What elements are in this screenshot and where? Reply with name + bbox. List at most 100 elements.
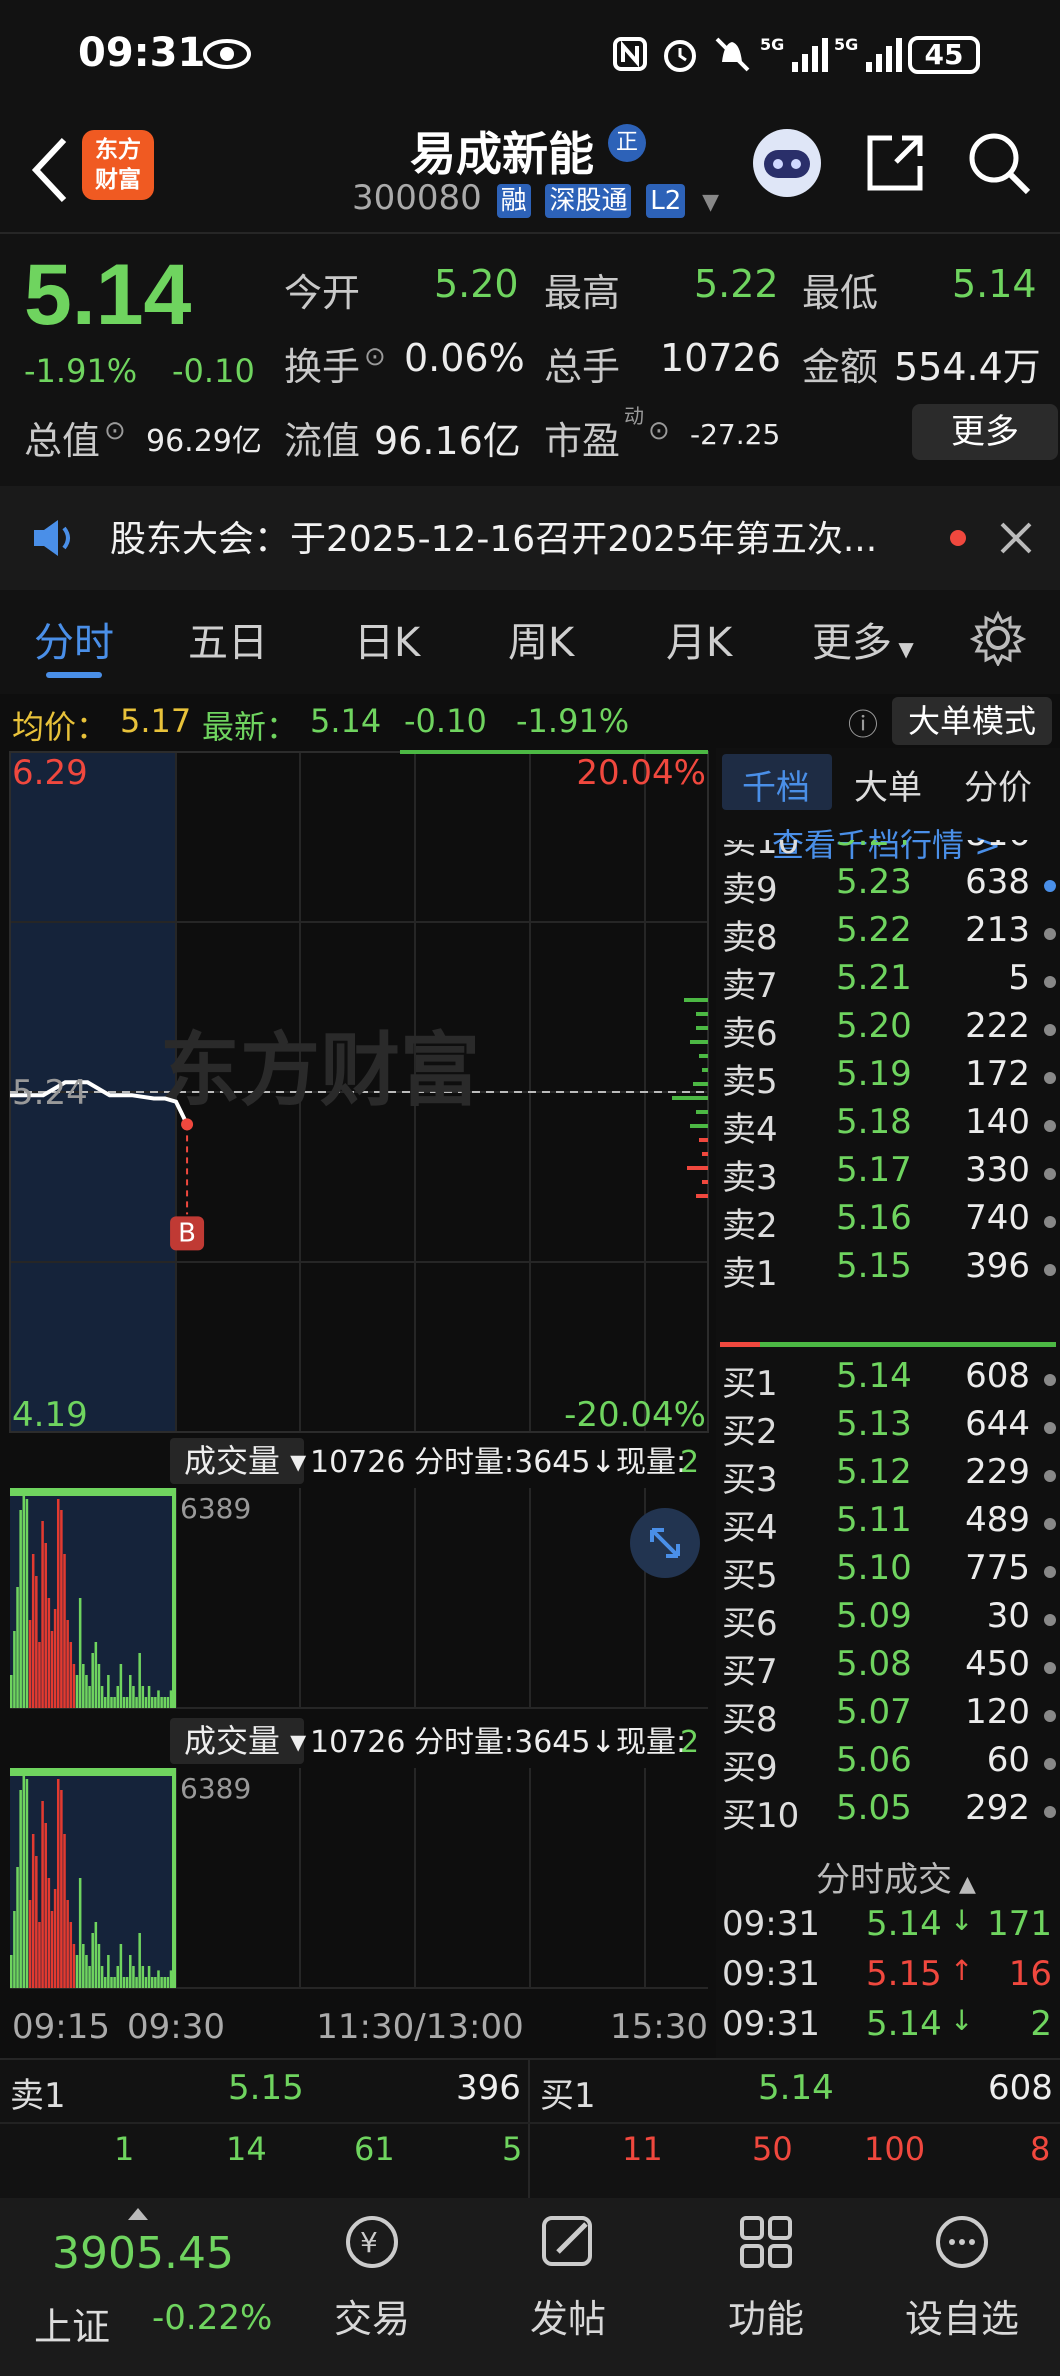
- book-row-buy[interactable]: 买10 5.05 292: [716, 1788, 1060, 1836]
- book-dot: [1044, 1758, 1056, 1770]
- dropdown-caret-icon[interactable]: ▼: [702, 190, 719, 215]
- book-row-buy[interactable]: 买5 5.10 775: [716, 1548, 1060, 1596]
- volume-bar: [119, 1944, 123, 1988]
- book-row-buy[interactable]: 买1 5.14 608: [716, 1356, 1060, 1404]
- tab-more[interactable]: 更多 ▼: [812, 610, 914, 668]
- tab-five-day[interactable]: 五日: [188, 610, 268, 668]
- book-row-sell[interactable]: 卖8 5.22 213: [716, 910, 1060, 958]
- nav-post[interactable]: 发帖: [498, 2210, 638, 2343]
- volume-bar: [119, 1664, 123, 1708]
- vol-max-label: 6389: [180, 1492, 251, 1525]
- gear-icon[interactable]: [970, 610, 1026, 666]
- search-icon[interactable]: [964, 128, 1034, 198]
- expand-button[interactable]: [630, 1508, 700, 1578]
- volume-bar: [125, 1697, 129, 1708]
- book-price: 5.24: [836, 840, 912, 854]
- book-level-label: 买7: [722, 1652, 778, 1692]
- book-row-sell[interactable]: 卖6 5.20 222: [716, 1006, 1060, 1054]
- book-price: 5.05: [836, 1788, 912, 1828]
- book-row-sell[interactable]: 卖9 5.23 638: [716, 862, 1060, 910]
- depth-bar: [693, 1082, 708, 1086]
- info-icon[interactable]: ⊙: [364, 342, 386, 372]
- logo-line2: 财富: [95, 167, 141, 193]
- more-button[interactable]: 更多: [912, 404, 1058, 460]
- volume-bar: [53, 1889, 57, 1988]
- y-min-label: 4.19: [12, 1395, 88, 1435]
- big-order-mode-button[interactable]: 大单模式: [892, 697, 1052, 745]
- info-icon-3[interactable]: ⊙: [648, 416, 670, 446]
- volume-bar: [110, 1977, 113, 1988]
- tab-intraday[interactable]: 分时: [34, 610, 114, 668]
- nav-watchlist[interactable]: 设自选: [892, 2210, 1032, 2343]
- book-level-label: 买5: [722, 1556, 778, 1596]
- book-volume: 330: [965, 1150, 1030, 1190]
- info-icon-2[interactable]: ⊙: [104, 416, 126, 446]
- volume-bar: [157, 1690, 160, 1708]
- book-row-sell[interactable]: 卖4 5.18 140: [716, 1102, 1060, 1150]
- minute-volume: 分时量:3645↓: [414, 1725, 616, 1760]
- tab-monthly-k[interactable]: 月K: [666, 610, 732, 668]
- book-dot: [1044, 1614, 1056, 1626]
- stock-name: 易成新能: [410, 127, 594, 181]
- avg-value: 5.17: [120, 702, 192, 740]
- notice-bar[interactable]: 股东大会：于2025-12-16召开2025年第五次...: [0, 486, 1060, 590]
- book-row-buy[interactable]: 买8 5.07 120: [716, 1692, 1060, 1740]
- volume-bar: [125, 1977, 129, 1988]
- help-icon[interactable]: ⓘ: [848, 700, 878, 744]
- nfc-icon: [613, 37, 647, 71]
- tick-arrow-icon: ↓: [950, 2004, 974, 2037]
- book-tab-depth[interactable]: 千档: [742, 760, 810, 809]
- book-row-buy[interactable]: 买3 5.12 229: [716, 1452, 1060, 1500]
- volume-bar: [75, 1675, 79, 1708]
- tab-weekly-k[interactable]: 周K: [508, 610, 574, 668]
- volume-bar: [66, 1900, 69, 1988]
- book-tab-price-dist[interactable]: 分价: [964, 760, 1032, 809]
- book-row-sell[interactable]: 卖1 5.15 396: [716, 1246, 1060, 1294]
- index-name[interactable]: 上证: [34, 2296, 110, 2351]
- volume-value: 10726: [660, 336, 781, 380]
- book-tab-big-orders[interactable]: 大单: [854, 760, 922, 809]
- book-price: 5.20: [836, 1006, 912, 1046]
- index-value[interactable]: 3905.45: [52, 2228, 234, 2279]
- volume-bar: [85, 1955, 88, 1988]
- volume-bar: [132, 1686, 135, 1708]
- book-row-buy[interactable]: 买2 5.13 644: [716, 1404, 1060, 1452]
- buy1-vol: 608: [988, 2068, 1053, 2108]
- nav-functions[interactable]: 功能: [696, 2210, 836, 2343]
- tab-daily-k[interactable]: 日K: [354, 610, 420, 668]
- book-price: 5.18: [836, 1102, 912, 1142]
- book-row-buy[interactable]: 买4 5.11 489: [716, 1500, 1060, 1548]
- book-row-sell[interactable]: 卖7 5.21 5: [716, 958, 1060, 1006]
- close-icon[interactable]: [998, 520, 1034, 556]
- sell1-price: 5.15: [228, 2068, 304, 2108]
- book-row-buy[interactable]: 买9 5.06 60: [716, 1740, 1060, 1788]
- robot-assistant-icon[interactable]: [750, 126, 824, 200]
- book-row-sell10[interactable]: 卖10 5.24 816: [716, 840, 1060, 862]
- depth-bar: [699, 1138, 708, 1142]
- intraday-chart[interactable]: 东方财富 B 成交量 ▾ 10726 分时量:3645↓ 现量:26389 成交量 ▾…: [0, 748, 716, 2058]
- nav-functions-label: 功能: [727, 2297, 804, 2341]
- volume-bar: [97, 1944, 101, 1988]
- book-row-sell[interactable]: 卖3 5.17 330: [716, 1150, 1060, 1198]
- volume-bar: [47, 1878, 51, 1988]
- back-chevron-icon[interactable]: [20, 130, 80, 210]
- book-level-label: 卖2: [722, 1206, 778, 1246]
- book-row-sell[interactable]: 卖5 5.19 172: [716, 1054, 1060, 1102]
- nav-trade[interactable]: ¥ 交易: [302, 2210, 442, 2343]
- avg-label: 均价：: [12, 708, 109, 746]
- book-volume: 740: [965, 1198, 1030, 1238]
- book-volume: 120: [965, 1692, 1030, 1732]
- book-row-buy[interactable]: 买6 5.09 30: [716, 1596, 1060, 1644]
- depth-bar: [696, 1012, 708, 1016]
- book-volume: 775: [965, 1548, 1030, 1588]
- active-tab-indicator: [46, 672, 102, 678]
- volume-bar: [63, 1834, 66, 1988]
- signal-5g-icon-2: 5G: [834, 35, 902, 72]
- volume-bar: [60, 1790, 63, 1988]
- svg-text:5G: 5G: [834, 35, 858, 54]
- book-row-buy[interactable]: 买7 5.08 450: [716, 1644, 1060, 1692]
- now-volume-value: 2: [680, 1445, 699, 1480]
- book-row-sell[interactable]: 卖2 5.16 740: [716, 1198, 1060, 1246]
- ticks-title[interactable]: 分时成交 ▲: [816, 1852, 976, 1901]
- share-icon[interactable]: [862, 130, 928, 196]
